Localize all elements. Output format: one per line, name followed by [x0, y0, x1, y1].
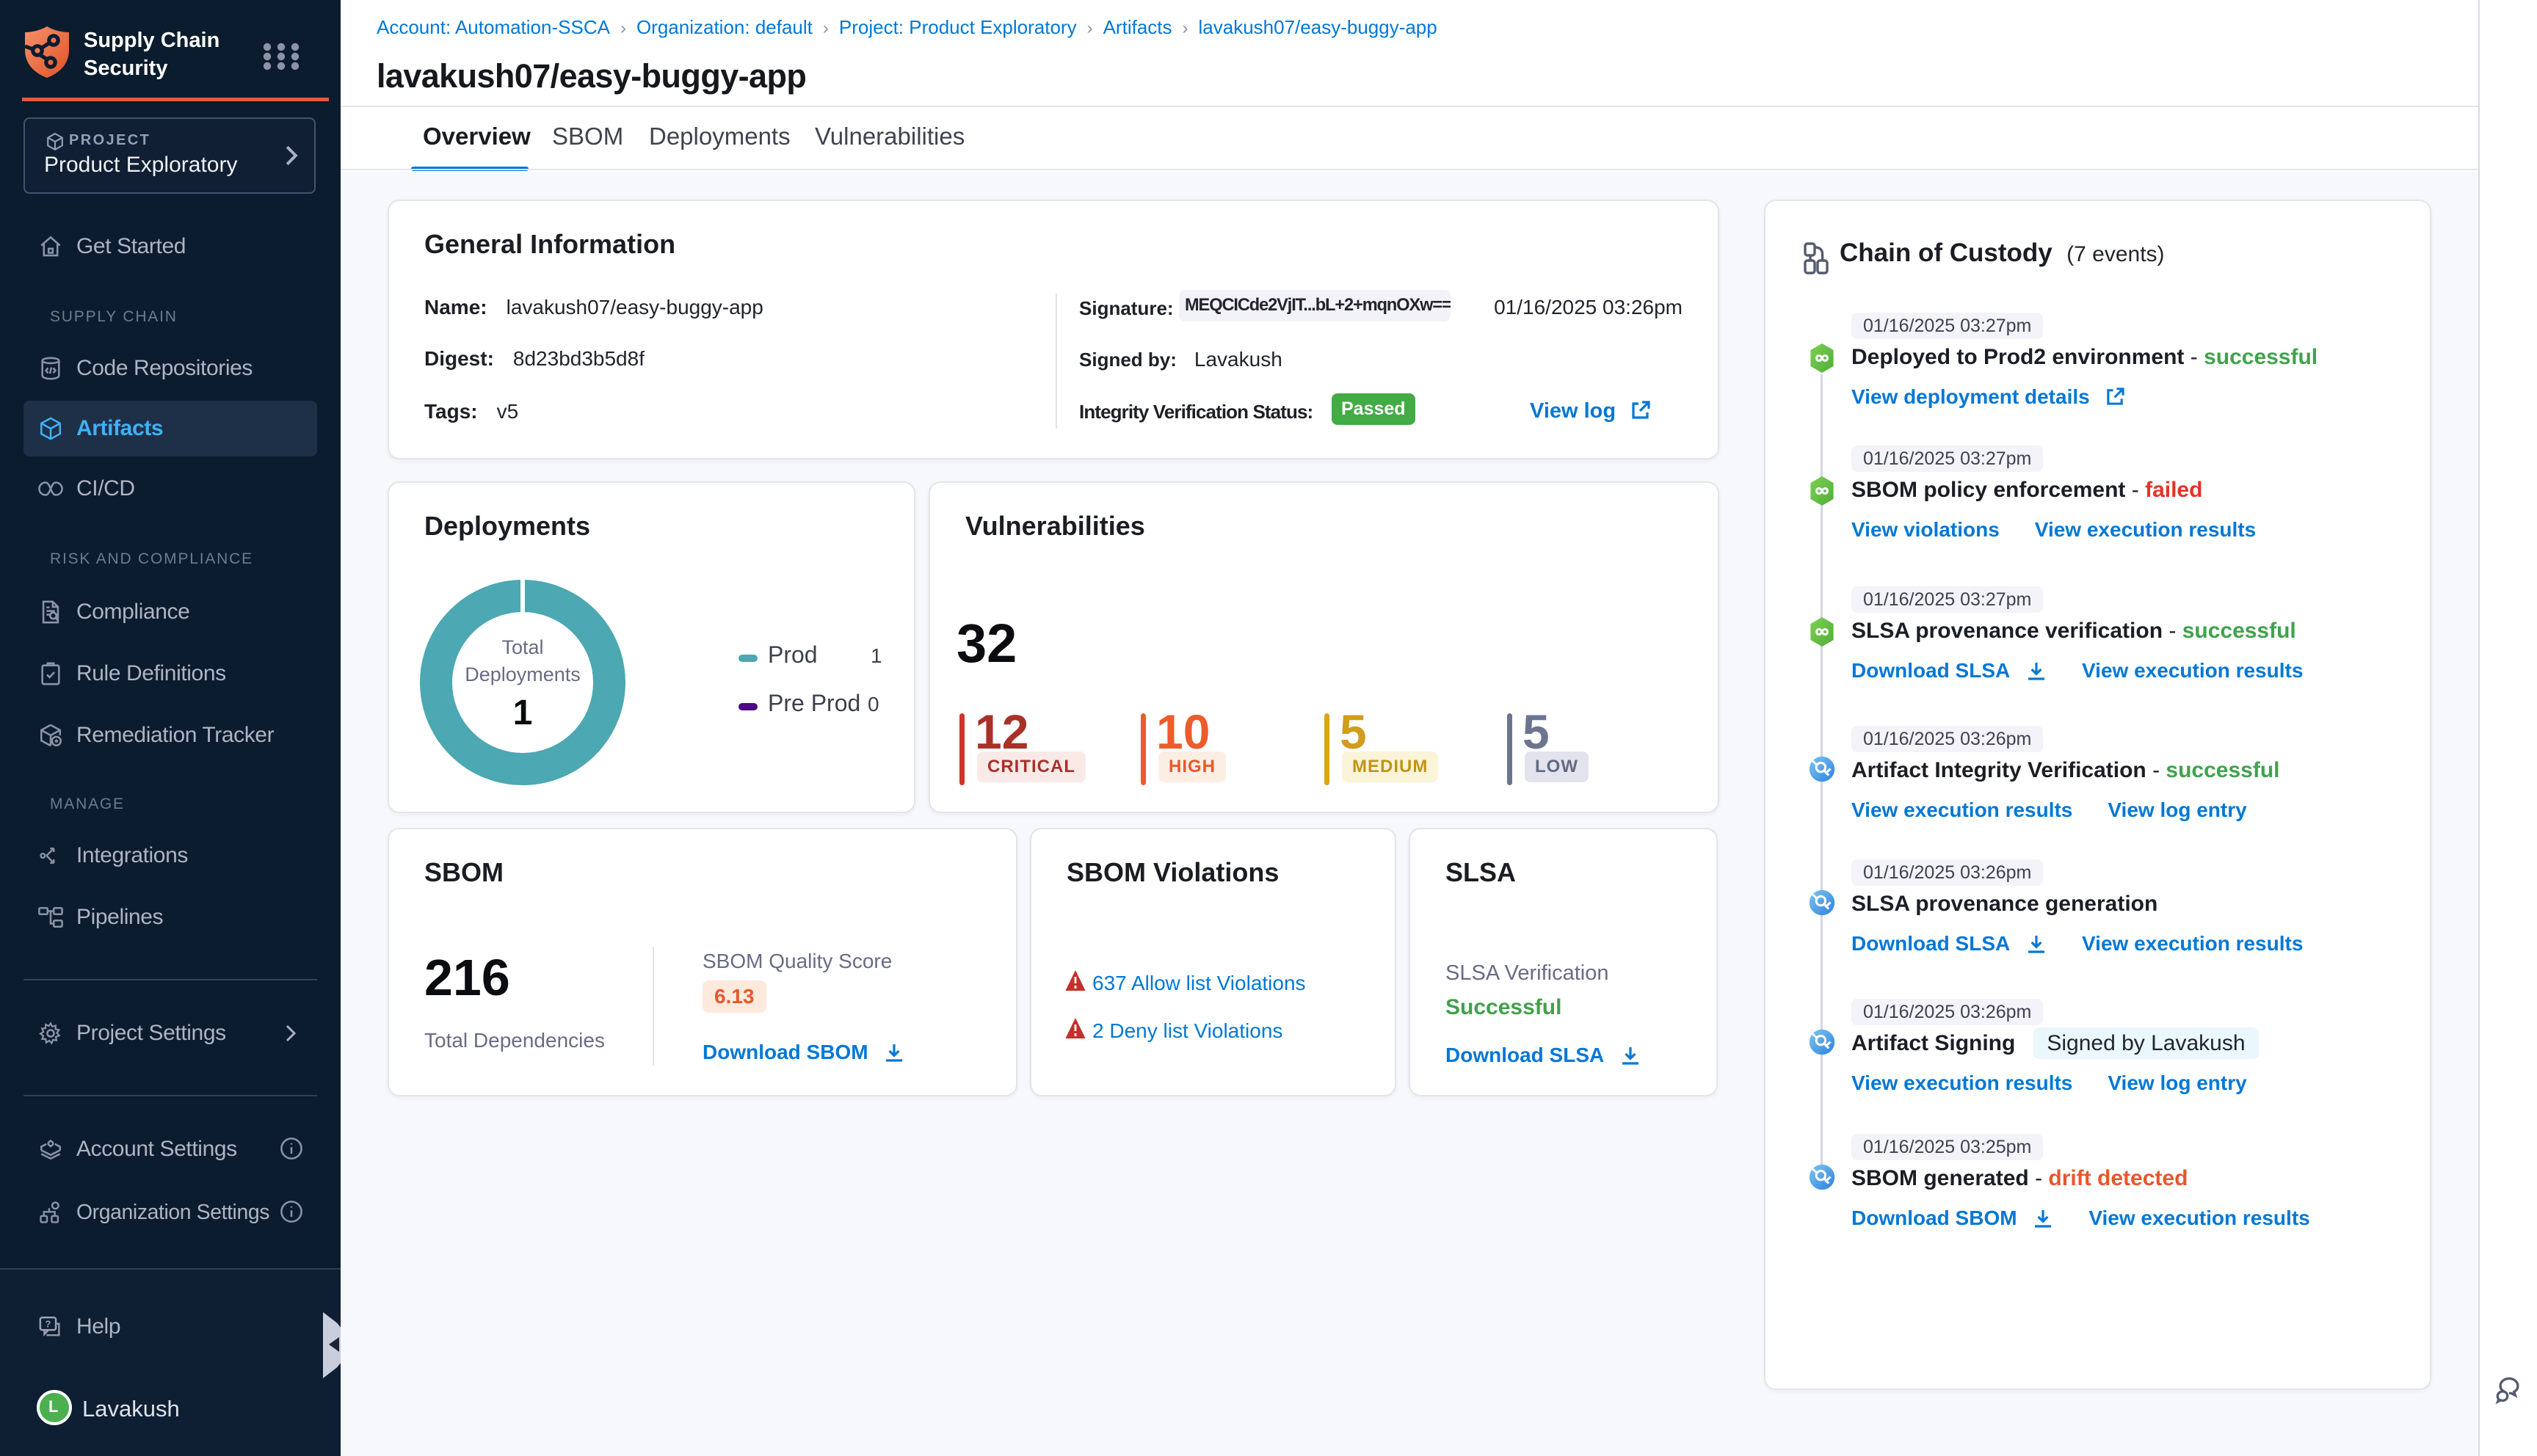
svg-text:?: ? [46, 1319, 51, 1330]
